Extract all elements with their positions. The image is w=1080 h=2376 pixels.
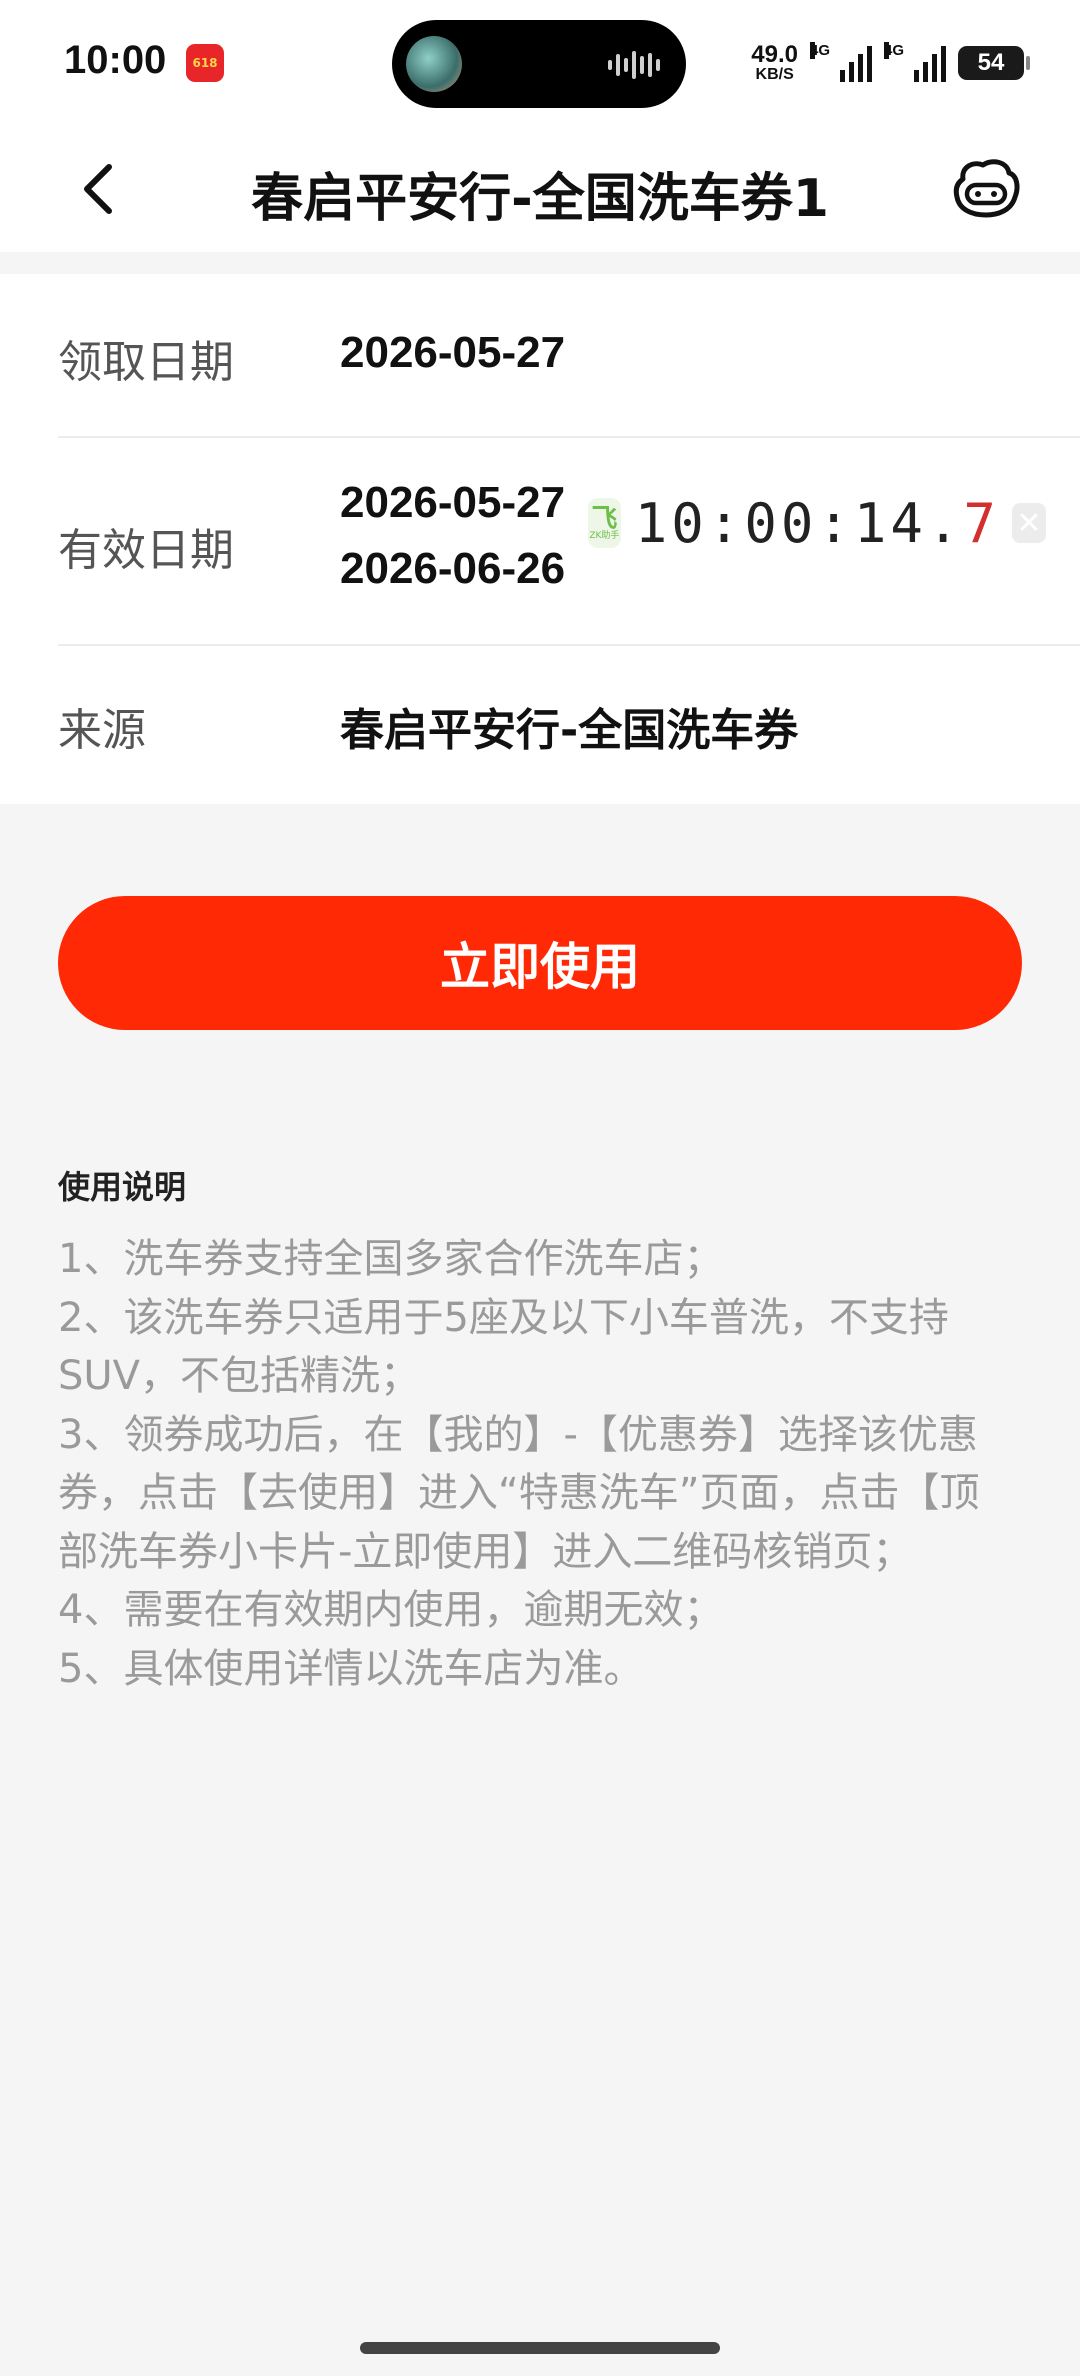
timer-close-button[interactable]: ✕ [1011,503,1046,543]
received-date-label: 领取日期 [58,337,234,388]
page-header: 春启平安行-全国洗车券1 [0,126,1080,252]
instruction-item: 3、领券成功后，在【我的】-【优惠券】选择该优惠券，点击【去使用】进入“特惠洗车… [58,1411,980,1575]
instructions-list: 1、洗车券支持全国多家合作洗车店； 2、该洗车券只适用于5座及以下小车普洗，不支… [58,1230,1018,1698]
network-speed-value: 49.0 [751,41,798,68]
dynamic-island[interactable] [392,20,686,108]
battery-level: 54 [977,49,1005,76]
instruction-item: 4、需要在有效期内使用，逾期无效； [58,1587,724,1633]
timer-main: 10:00:14. [634,491,964,555]
instructions-title: 使用说明 [58,1168,187,1206]
signal-strength-icon-1: 4G [810,42,872,82]
battery-icon: 54 [958,46,1030,80]
media-thumbnail [406,36,462,92]
use-now-button[interactable]: 立即使用 [58,896,1022,1030]
valid-end-date: 2026-06-26 [340,544,566,593]
status-indicators: 49.0 KB/S 4G 4G 54 [751,36,1030,90]
page-title: 春启平安行-全国洗车券1 [251,169,829,229]
signal-strength-icon-2: 4G [884,42,946,82]
instruction-item: 5、具体使用详情以洗车店为准。 [58,1645,644,1692]
robot-assistant-icon [953,159,1020,218]
assistant-button[interactable] [948,150,1024,226]
timer-readout: 10:00:14.7 [635,492,1000,555]
audio-wave-icon [608,50,660,80]
home-indicator[interactable] [360,2342,720,2354]
received-date-row: 领取日期 2026-05-27 [58,274,1080,438]
status-time: 10:00 [64,38,167,82]
app-badge-text: 618 [192,56,218,70]
valid-start-date: 2026-05-27 [340,478,566,527]
instruction-item: 1、洗车券支持全国多家合作洗车店； [58,1236,724,1282]
source-value: 春启平安行-全国洗车券 [340,705,799,756]
floating-timer-widget[interactable]: 飞 ZK助手 10:00:14.7 ✕ [576,492,1046,555]
timer-app-sublabel: ZK助手 [589,530,620,541]
timer-app-glyph: 飞 [591,503,618,534]
valid-date-label: 有效日期 [58,525,234,576]
close-icon: ✕ [1016,505,1042,541]
back-arrow-icon [84,164,112,214]
back-button[interactable] [64,154,134,224]
timer-app-icon[interactable]: 飞 ZK助手 [588,498,621,548]
network-speed-unit: KB/S [755,66,794,83]
timer-tenth: 7 [963,491,1000,555]
received-date-value: 2026-05-27 [340,328,566,377]
network-speed: 49.0 KB/S [751,43,798,83]
source-row: 来源 春启平安行-全国洗车券 [58,646,1080,804]
signal-1-label: 4G [810,42,831,59]
signal-2-label: 4G [884,42,905,59]
status-bar: 10:00 618 49.0 KB/S 4G 4G 54 [0,0,1080,126]
source-label: 来源 [58,705,146,756]
instruction-item: 2、该洗车券只适用于5座及以下小车普洗，不支持SUV，不包括精洗； [58,1294,949,1400]
shopping-app-notification-icon: 618 [186,44,224,82]
